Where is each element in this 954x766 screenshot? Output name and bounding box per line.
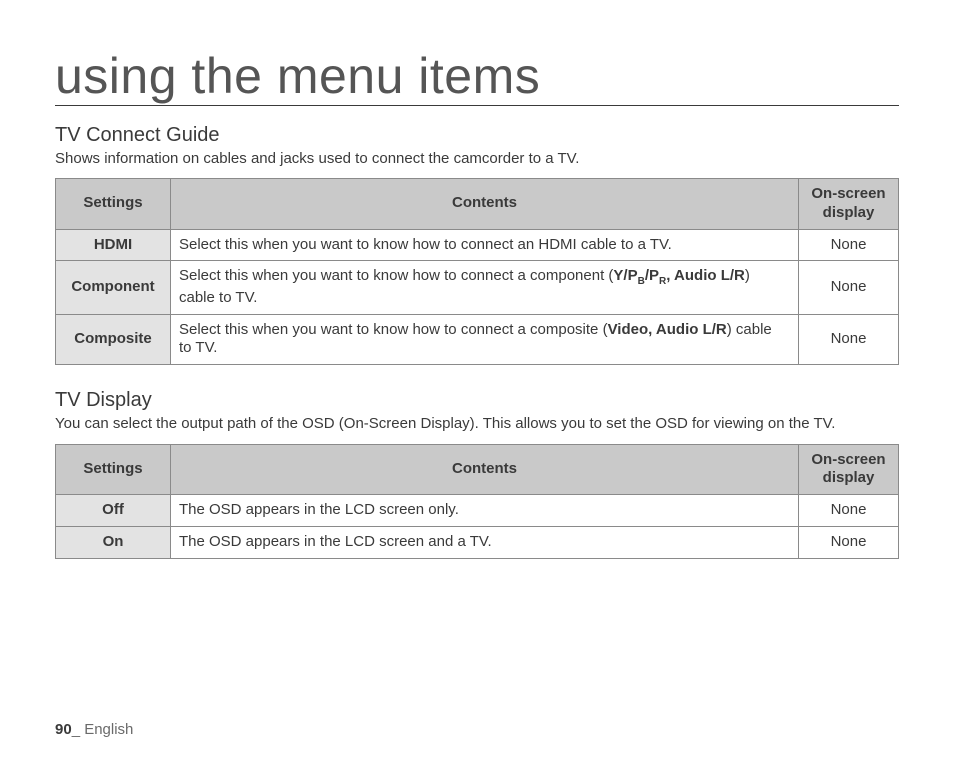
cell-setting: On (56, 526, 171, 558)
table-row: Component Select this when you want to k… (56, 261, 899, 314)
section-title: TV Display (55, 389, 899, 412)
cell-contents: Select this when you want to know how to… (171, 229, 799, 261)
th-osd: On-screen display (799, 444, 899, 495)
table-row: Off The OSD appears in the LCD screen on… (56, 495, 899, 527)
tv-connect-table: Settings Contents On-screen display HDMI… (55, 178, 899, 365)
cell-contents: The OSD appears in the LCD screen only. (171, 495, 799, 527)
cell-setting: HDMI (56, 229, 171, 261)
section-tv-connect-guide: TV Connect Guide Shows information on ca… (55, 124, 899, 366)
section-tv-display: TV Display You can select the output pat… (55, 389, 899, 559)
section-desc: Shows information on cables and jacks us… (55, 149, 899, 169)
cell-osd: None (799, 229, 899, 261)
th-contents: Contents (171, 444, 799, 495)
th-settings: Settings (56, 179, 171, 230)
page-title: using the menu items (55, 50, 899, 106)
cell-contents: The OSD appears in the LCD screen and a … (171, 526, 799, 558)
page-number: 90 (55, 721, 72, 738)
cell-contents: Select this when you want to know how to… (171, 314, 799, 365)
th-settings: Settings (56, 444, 171, 495)
tv-display-table: Settings Contents On-screen display Off … (55, 444, 899, 559)
cell-contents: Select this when you want to know how to… (171, 261, 799, 314)
cell-osd: None (799, 314, 899, 365)
th-osd: On-screen display (799, 179, 899, 230)
table-row: Composite Select this when you want to k… (56, 314, 899, 365)
table-header-row: Settings Contents On-screen display (56, 179, 899, 230)
table-row: On The OSD appears in the LCD screen and… (56, 526, 899, 558)
cell-osd: None (799, 495, 899, 527)
footer-sep: _ (72, 721, 85, 738)
cell-setting: Composite (56, 314, 171, 365)
footer-lang: English (84, 721, 133, 738)
cell-osd: None (799, 526, 899, 558)
cell-setting: Component (56, 261, 171, 314)
table-header-row: Settings Contents On-screen display (56, 444, 899, 495)
cell-setting: Off (56, 495, 171, 527)
page-footer: 90_ English (55, 721, 133, 738)
table-row: HDMI Select this when you want to know h… (56, 229, 899, 261)
section-desc: You can select the output path of the OS… (55, 414, 899, 434)
th-contents: Contents (171, 179, 799, 230)
section-title: TV Connect Guide (55, 124, 899, 147)
cell-osd: None (799, 261, 899, 314)
